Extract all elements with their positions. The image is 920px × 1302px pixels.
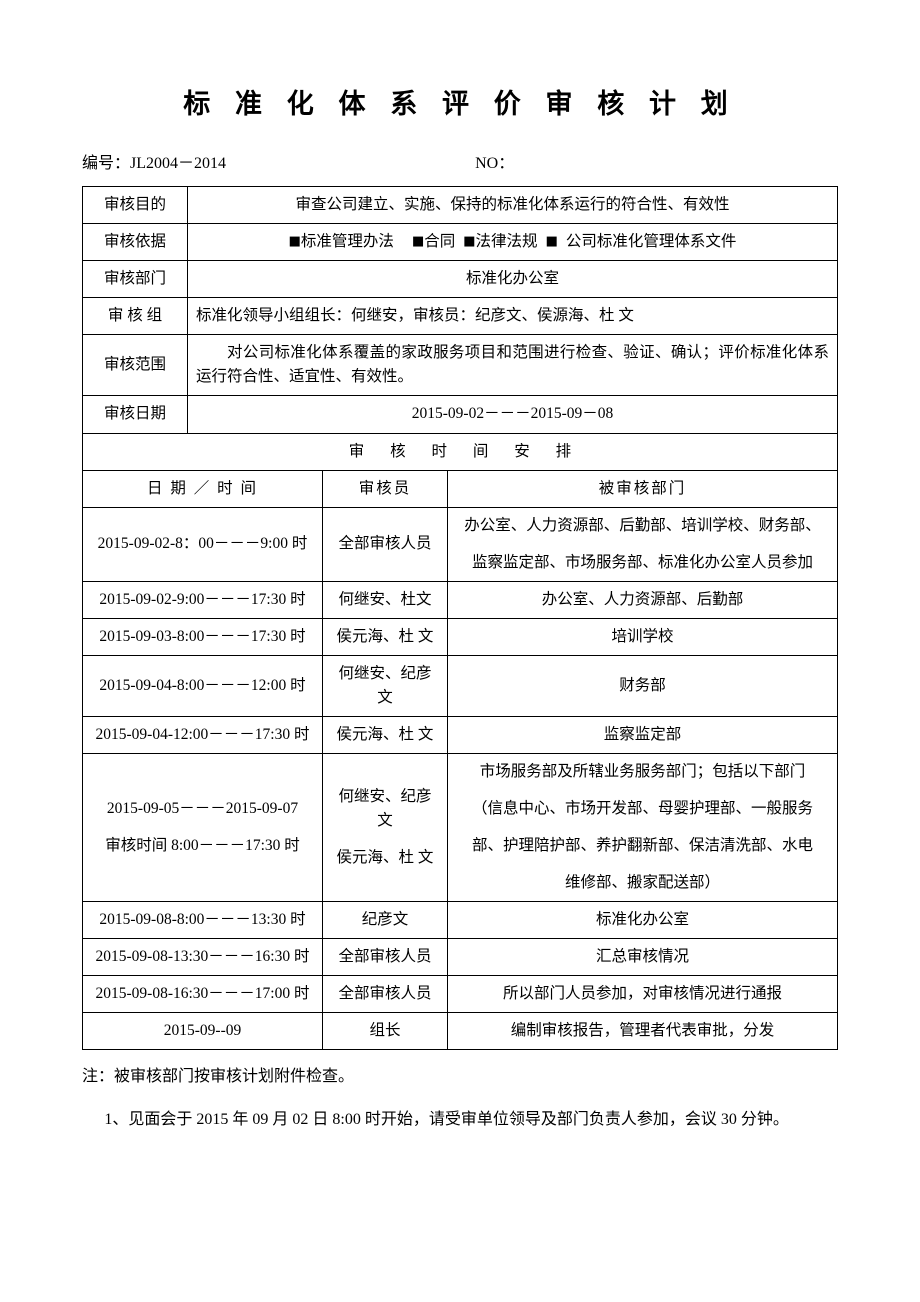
schedule-row: 2015-09--09 组长 编制审核报告，管理者代表审批，分发 [82,1011,838,1050]
department-line: 监察监定部、市场服务部、标准化办公室人员参加 [471,553,813,571]
department-line: 维修部、搬家配送部） [564,873,720,891]
schedule-cell-auditor: 组长 [322,1011,448,1050]
schedule-cell-auditor: 侯元海、杜 文 [322,617,448,656]
schedule-cell-department: 培训学校 [447,617,838,656]
table-row-purpose: 审核目的 审查公司建立、实施、保持的标准化体系运行的符合性、有效性 [82,186,838,225]
schedule-header-department: 被审核部门 [447,469,838,508]
schedule-cell-department: 市场服务部及所辖业务服务部门；包括以下部门 （信息中心、市场开发部、母婴护理部、… [447,752,838,902]
table-row-group: 审 核 组 标准化领导小组组长：何继安，审核员：纪彦文、侯源海、杜 文 [82,297,838,336]
document-page: 标 准 化 体 系 评 价 审 核 计 划 编号：JL2004－2014 NO：… [0,0,920,1302]
auditor-line: 何继安、纪彦文 [338,787,432,829]
row-value-scope: 对公司标准化体系覆盖的家政服务项目和范围进行检查、验证、确认；评价标准化体系运行… [187,334,838,397]
row-value-basis: ■标准管理办法 ■合同 ■法律法规 ■ 公司标准化管理体系文件 [187,223,838,262]
note-main: 注：被审核部门按审核计划附件检查。 [82,1067,355,1085]
row-label-basis: 审核依据 [82,223,188,262]
row-label-scope: 审核范围 [82,334,188,397]
schedule-header-row: 日 期 ／ 时 间 审核员 被审核部门 [82,469,838,508]
row-label-date: 审核日期 [82,395,188,434]
basis-item-2: 合同 [424,233,456,251]
schedule-cell-department: 汇总审核情况 [447,937,838,976]
table-row-basis: 审核依据 ■标准管理办法 ■合同 ■法律法规 ■ 公司标准化管理体系文件 [82,223,838,262]
checkbox-square-icon: ■ [463,234,476,250]
schedule-row: 2015-09-08-16:30－－－17:00 时 全部审核人员 所以部门人员… [82,974,838,1013]
schedule-row: 2015-09-04-8:00－－－12:00 时 何继安、纪彦文 财务部 [82,654,838,717]
schedule-cell-auditor: 纪彦文 [322,900,448,939]
schedule-cell-auditor: 何继安、纪彦文 [322,654,448,717]
schedule-cell-department: 编制审核报告，管理者代表审批，分发 [447,1011,838,1050]
schedule-cell-date-time: 2015-09-08-16:30－－－17:00 时 [82,974,323,1013]
schedule-header-auditor: 审核员 [322,469,448,508]
department-line: 部、护理陪护部、养护翻新部、保洁清洗部、水电 [471,836,813,854]
department-line: （信息中心、市场开发部、母婴护理部、一般服务 [471,799,813,817]
schedule-cell-date-time: 2015-09-08-8:00－－－13:30 时 [82,900,323,939]
schedule-cell-date-time: 2015-09-02-9:00－－－17:30 时 [82,580,323,619]
schedule-cell-department: 办公室、人力资源部、后勤部 [447,580,838,619]
schedule-cell-date-time: 2015-09--09 [82,1011,323,1050]
schedule-cell-date-time: 2015-09-02-8：00－－－9:00 时 [82,506,323,582]
department-line: 办公室、人力资源部、后勤部、培训学校、财务部、 [464,516,821,534]
checkbox-square-icon: ■ [288,234,301,250]
schedule-row: 2015-09-08-13:30－－－16:30 时 全部审核人员 汇总审核情况 [82,937,838,976]
schedule-cell-date-time: 2015-09-04-8:00－－－12:00 时 [82,654,323,717]
schedule-cell-auditor: 何继安、杜文 [322,580,448,619]
department-line: 市场服务部及所辖业务服务部门；包括以下部门 [479,762,806,780]
schedule-row: 2015-09-03-8:00－－－17:30 时 侯元海、杜 文 培训学校 [82,617,838,656]
schedule-row: 2015-09-08-8:00－－－13:30 时 纪彦文 标准化办公室 [82,900,838,939]
checkbox-square-icon: ■ [545,234,558,250]
page-title: 标 准 化 体 系 评 价 审 核 计 划 [183,89,737,119]
basis-item-3: 法律法规 [475,233,538,251]
row-label-purpose: 审核目的 [82,186,188,225]
date-time-line: 2015-09-05－－－2015-09-07 [106,799,299,817]
row-value-purpose: 审查公司建立、实施、保持的标准化体系运行的符合性、有效性 [187,186,838,225]
note-item-1: 1、见面会于 2015 年 09 月 02 日 8:00 时开始，请受审单位领导… [104,1111,789,1129]
schedule-cell-date-time: 2015-09-04-12:00－－－17:30 时 [82,715,323,754]
schedule-cell-department: 财务部 [447,654,838,717]
basis-item-4: 公司标准化管理体系文件 [565,233,737,251]
schedule-table: 审 核 时 间 安 排 日 期 ／ 时 间 审核员 被审核部门 2015-09-… [82,432,838,1050]
auditor-line: 侯元海、杜 文 [336,848,434,866]
date-time-line: 审核时间 8:00－－－17:30 时 [105,836,300,854]
row-value-date: 2015-09-02－－－2015-09－08 [187,395,838,434]
row-label-group: 审 核 组 [82,297,188,336]
document-code-line: 编号：JL2004－2014 NO： [82,154,838,174]
schedule-cell-auditor: 全部审核人员 [322,506,448,582]
schedule-cell-department: 所以部门人员参加，对审核情况进行通报 [447,974,838,1013]
row-value-department: 标准化办公室 [187,260,838,299]
schedule-cell-department: 监察监定部 [447,715,838,754]
schedule-header-date-time: 日 期 ／ 时 间 [82,469,323,508]
table-row-scope: 审核范围 对公司标准化体系覆盖的家政服务项目和范围进行检查、验证、确认；评价标准… [82,334,838,397]
schedule-row: 2015-09-05－－－2015-09-07 审核时间 8:00－－－17:3… [82,752,838,902]
schedule-row: 2015-09-02-8：00－－－9:00 时 全部审核人员 办公室、人力资源… [82,506,838,582]
schedule-cell-date-time: 2015-09-05－－－2015-09-07 审核时间 8:00－－－17:3… [82,752,323,902]
checkbox-square-icon: ■ [411,234,425,250]
schedule-cell-department: 标准化办公室 [447,900,838,939]
document-no: NO： [475,155,515,173]
schedule-section-title-row: 审 核 时 间 安 排 [82,432,838,471]
schedule-cell-auditor: 侯元海、杜 文 [322,715,448,754]
schedule-cell-auditor: 何继安、纪彦文 侯元海、杜 文 [322,752,448,902]
schedule-cell-date-time: 2015-09-08-13:30－－－16:30 时 [82,937,323,976]
schedule-row: 2015-09-04-12:00－－－17:30 时 侯元海、杜 文 监察监定部 [82,715,838,754]
table-row-department: 审核部门 标准化办公室 [82,260,838,299]
schedule-section-title: 审 核 时 间 安 排 [82,432,838,471]
schedule-row: 2015-09-02-9:00－－－17:30 时 何继安、杜文 办公室、人力资… [82,580,838,619]
audit-plan-table: 审核目的 审查公司建立、实施、保持的标准化体系运行的符合性、有效性 审核依据 ■… [82,186,838,434]
basis-item-1: 标准管理办法 [300,233,394,251]
document-code: 编号：JL2004－2014 [82,155,227,173]
table-row-date: 审核日期 2015-09-02－－－2015-09－08 [82,395,838,434]
schedule-cell-auditor: 全部审核人员 [322,974,448,1013]
row-label-department: 审核部门 [82,260,188,299]
schedule-cell-auditor: 全部审核人员 [322,937,448,976]
row-value-group: 标准化领导小组组长：何继安，审核员：纪彦文、侯源海、杜 文 [187,297,838,336]
schedule-cell-department: 办公室、人力资源部、后勤部、培训学校、财务部、 监察监定部、市场服务部、标准化办… [447,506,838,582]
schedule-cell-date-time: 2015-09-03-8:00－－－17:30 时 [82,617,323,656]
